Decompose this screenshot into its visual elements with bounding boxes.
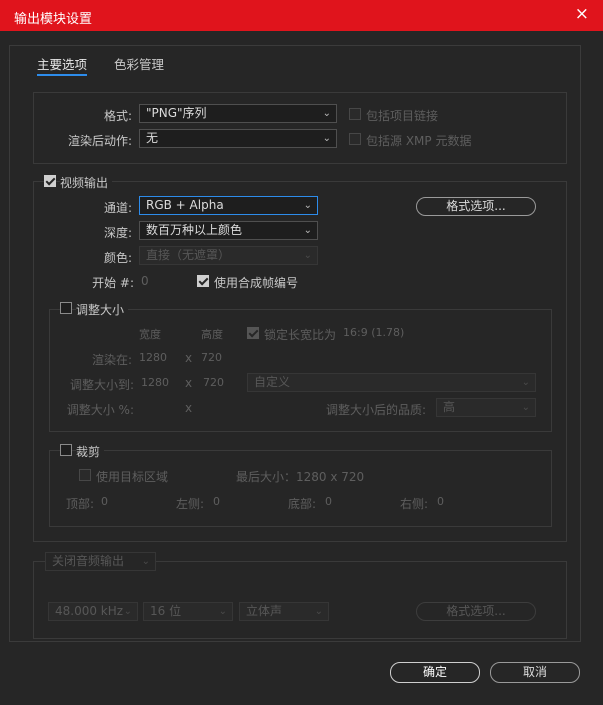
width-header: 宽度 — [139, 328, 161, 341]
crop-bottom-input[interactable]: 0 — [325, 495, 332, 508]
resize-preset-dropdown[interactable]: 自定义 ⌄ — [247, 373, 536, 392]
chevron-down-icon: ⌄ — [322, 108, 331, 119]
use-roi-checkbox[interactable] — [79, 469, 91, 481]
audio-output-group — [33, 561, 567, 639]
format-dropdown[interactable]: "PNG"序列 ⌄ — [139, 104, 337, 123]
bit-depth-dropdown[interactable]: 16 位 ⌄ — [143, 602, 233, 621]
color-dropdown[interactable]: 直接（无遮罩） ⌄ — [139, 246, 318, 265]
chevron-down-icon: ⌄ — [303, 250, 312, 261]
resize-to-label: 调整大小到: — [69, 378, 134, 392]
channel-dropdown[interactable]: RGB + Alpha ⌄ — [139, 196, 318, 215]
chevron-down-icon: ⌄ — [314, 606, 323, 617]
resize-checkbox[interactable] — [60, 302, 72, 314]
sample-rate-value: 48.000 kHz — [55, 604, 124, 618]
resize-height-input[interactable]: 720 — [203, 376, 224, 389]
use-comp-frame-label: 使用合成帧编号 — [214, 276, 299, 290]
final-size-label: 最后大小：1280 x 720 — [236, 470, 365, 484]
chevron-down-icon: ⌄ — [123, 606, 132, 617]
ok-button[interactable]: 确定 — [390, 662, 480, 683]
post-render-label: 渲染后动作: — [67, 134, 132, 148]
output-module-settings-dialog: 输出模块设置 × 主要选项 色彩管理 格式: "PNG"序列 ⌄ 渲染后动作: … — [0, 0, 603, 705]
color-value: 直接（无遮罩） — [146, 248, 231, 262]
start-value[interactable]: 0 — [141, 274, 149, 288]
depth-label: 深度: — [103, 226, 132, 240]
chevron-down-icon: ⌄ — [218, 606, 227, 617]
crop-group — [49, 450, 552, 527]
crop-label: 裁剪 — [76, 443, 105, 460]
crop-bottom-label: 底部: — [288, 497, 317, 511]
video-format-options-button[interactable]: 格式选项... — [416, 197, 536, 216]
render-width-value: 1280 — [139, 351, 167, 364]
post-render-dropdown[interactable]: 无 ⌄ — [139, 129, 337, 148]
use-comp-frame-checkbox[interactable] — [197, 275, 209, 287]
resize-label: 调整大小 — [76, 301, 129, 318]
chevron-down-icon: ⌄ — [521, 402, 530, 413]
crop-top-label: 顶部: — [66, 497, 95, 511]
quality-label: 调整大小后的品质: — [326, 403, 427, 417]
crop-top-input[interactable]: 0 — [101, 495, 108, 508]
format-value: "PNG"序列 — [146, 106, 207, 120]
bit-depth-value: 16 位 — [150, 604, 182, 618]
depth-dropdown[interactable]: 数百万种以上颜色 ⌄ — [139, 221, 318, 240]
render-at-label: 渲染在: — [91, 353, 132, 367]
video-output-label: 视频输出 — [60, 174, 113, 191]
resize-preset-value: 自定义 — [254, 375, 291, 389]
crop-checkbox[interactable] — [60, 444, 72, 456]
percent-x-separator: x — [185, 401, 193, 415]
tab-color-management[interactable]: 色彩管理 — [114, 54, 164, 73]
color-label: 颜色: — [103, 251, 132, 265]
audio-channels-dropdown[interactable]: 立体声 ⌄ — [239, 602, 329, 621]
resize-x-separator: x — [185, 376, 193, 390]
cancel-button[interactable]: 取消 — [490, 662, 580, 683]
render-height-value: 720 — [201, 351, 222, 364]
quality-value: 高 — [443, 400, 456, 414]
quality-dropdown[interactable]: 高 ⌄ — [436, 398, 536, 417]
audio-channels-value: 立体声 — [246, 604, 283, 618]
lock-aspect-label: 锁定长宽比为 — [264, 328, 337, 342]
video-output-checkbox[interactable] — [44, 175, 56, 187]
resize-width-input[interactable]: 1280 — [141, 376, 169, 389]
format-label: 格式: — [103, 109, 132, 123]
crop-right-input[interactable]: 0 — [437, 495, 444, 508]
crop-left-input[interactable]: 0 — [213, 495, 220, 508]
chevron-down-icon: ⌄ — [322, 133, 331, 144]
crop-left-label: 左侧: — [176, 497, 205, 511]
chevron-down-icon: ⌄ — [303, 200, 312, 211]
depth-value: 数百万种以上颜色 — [146, 223, 243, 237]
channel-label: 通道: — [103, 201, 132, 215]
include-xmp-checkbox[interactable] — [349, 133, 361, 145]
chevron-down-icon: ⌄ — [303, 225, 312, 236]
aspect-value: 16:9 (1.78) — [343, 326, 405, 339]
crop-right-label: 右侧: — [400, 497, 429, 511]
close-icon[interactable]: × — [575, 4, 589, 24]
audio-format-options-button[interactable]: 格式选项... — [416, 602, 536, 621]
chevron-down-icon: ⌄ — [521, 377, 530, 388]
audio-output-dropdown[interactable]: 关闭音频输出 ⌄ — [45, 552, 156, 571]
resize-percent-label: 调整大小 %: — [66, 403, 134, 417]
post-render-value: 无 — [146, 131, 159, 145]
title-bar[interactable]: 输出模块设置 × — [0, 0, 603, 31]
use-roi-label: 使用目标区域 — [96, 470, 169, 484]
tab-main-options[interactable]: 主要选项 — [37, 54, 88, 76]
include-xmp-label: 包括源 XMP 元数据 — [366, 134, 472, 148]
render-x-separator: x — [185, 351, 193, 365]
channel-value: RGB + Alpha — [146, 198, 224, 212]
height-header: 高度 — [201, 328, 223, 341]
lock-aspect-checkbox[interactable] — [247, 327, 259, 339]
sample-rate-dropdown[interactable]: 48.000 kHz ⌄ — [48, 602, 138, 621]
chevron-down-icon: ⌄ — [141, 556, 150, 567]
start-label: 开始 #: — [92, 276, 134, 290]
window-title: 输出模块设置 — [14, 12, 93, 27]
audio-output-value: 关闭音频输出 — [52, 554, 125, 568]
include-project-link-checkbox[interactable] — [349, 108, 361, 120]
format-group — [33, 92, 567, 164]
include-project-link-label: 包括项目链接 — [366, 109, 439, 123]
